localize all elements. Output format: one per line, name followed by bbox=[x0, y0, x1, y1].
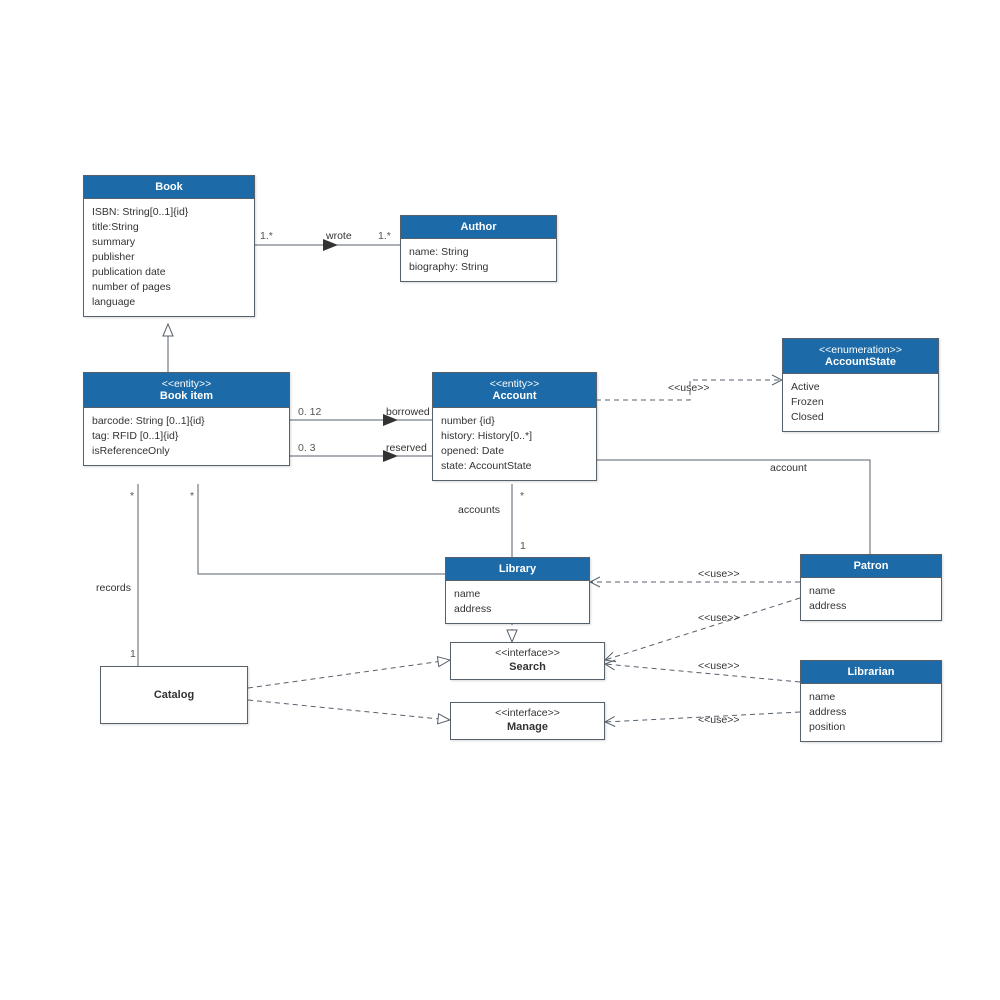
stereotype: <<entity>> bbox=[90, 378, 283, 390]
class-attrs: name: Stringbiography: String bbox=[401, 239, 556, 281]
uml-diagram: AccountState (use) --> Search / Manage (… bbox=[0, 0, 1000, 1000]
class-title: Book bbox=[155, 181, 183, 193]
mult-accounts-star: * bbox=[520, 490, 524, 502]
class-account-state[interactable]: <<enumeration>>AccountState ActiveFrozen… bbox=[782, 338, 939, 432]
class-author[interactable]: Author name: Stringbiography: String bbox=[400, 215, 557, 282]
mult-accounts-one: 1 bbox=[520, 540, 526, 552]
edge-patron-search bbox=[605, 598, 800, 660]
class-attrs: barcode: String [0..1]{id}tag: RFID [0..… bbox=[84, 408, 289, 465]
class-catalog[interactable]: Catalog bbox=[100, 666, 248, 724]
edge-layer: AccountState (use) --> Search / Manage (… bbox=[0, 0, 1000, 1000]
label-use-2: <<use>> bbox=[698, 568, 739, 580]
class-patron[interactable]: Patron nameaddress bbox=[800, 554, 942, 621]
label-reserved: reserved bbox=[386, 442, 427, 454]
label-use-4: <<use>> bbox=[698, 660, 739, 672]
label-accounts: accounts bbox=[458, 504, 500, 516]
mult-lib-star: * bbox=[190, 490, 194, 502]
edge-bookitem-library bbox=[198, 484, 445, 574]
interface-manage[interactable]: <<interface>> Manage bbox=[450, 702, 605, 740]
class-title: Book item bbox=[160, 390, 213, 402]
class-title: Catalog bbox=[154, 689, 194, 701]
class-title: Librarian bbox=[847, 666, 894, 678]
mult-reserved: 0. 3 bbox=[298, 442, 316, 454]
edge-account-patron bbox=[596, 460, 870, 554]
class-title: Author bbox=[460, 221, 496, 233]
mult-wrote-left: 1.* bbox=[260, 230, 273, 242]
mult-records-star: * bbox=[130, 490, 134, 502]
class-attrs: number {id}history: History[0..*] opened… bbox=[433, 408, 596, 480]
label-use-5: <<use>> bbox=[698, 714, 739, 726]
class-book-item[interactable]: <<entity>>Book item barcode: String [0..… bbox=[83, 372, 290, 466]
mult-borrowed: 0. 12 bbox=[298, 406, 321, 418]
class-title: Manage bbox=[451, 719, 604, 739]
mult-records-one: 1 bbox=[130, 648, 136, 660]
class-attrs: nameaddress bbox=[446, 581, 589, 623]
stereotype: <<interface>> bbox=[451, 643, 604, 659]
edge-catalog-manage bbox=[248, 700, 450, 720]
label-wrote: wrote bbox=[326, 230, 352, 242]
interface-search[interactable]: <<interface>> Search bbox=[450, 642, 605, 680]
class-account[interactable]: <<entity>>Account number {id}history: Hi… bbox=[432, 372, 597, 481]
edge-catalog-search bbox=[248, 660, 450, 688]
stereotype: <<interface>> bbox=[451, 703, 604, 719]
class-title: Account bbox=[493, 390, 537, 402]
class-attrs: ISBN: String[0..1]{id}title:String summa… bbox=[84, 199, 254, 316]
class-library[interactable]: Library nameaddress bbox=[445, 557, 590, 624]
class-title: Patron bbox=[854, 560, 889, 572]
label-use-1: <<use>> bbox=[668, 382, 709, 394]
stereotype: <<entity>> bbox=[439, 378, 590, 390]
class-title: Search bbox=[451, 659, 604, 679]
class-book[interactable]: Book ISBN: String[0..1]{id}title:String … bbox=[83, 175, 255, 317]
class-attrs: nameaddress bbox=[801, 578, 941, 620]
class-attrs: nameaddressposition bbox=[801, 684, 941, 741]
label-records: records bbox=[96, 582, 131, 594]
label-borrowed: borrowed bbox=[386, 406, 430, 418]
mult-wrote-right: 1.* bbox=[378, 230, 391, 242]
class-title: Library bbox=[499, 563, 536, 575]
class-attrs: ActiveFrozenClosed bbox=[783, 374, 938, 431]
class-title: AccountState bbox=[825, 356, 896, 368]
label-use-3: <<use>> bbox=[698, 612, 739, 624]
label-account: account bbox=[770, 462, 807, 474]
stereotype: <<enumeration>> bbox=[789, 344, 932, 356]
class-librarian[interactable]: Librarian nameaddressposition bbox=[800, 660, 942, 742]
